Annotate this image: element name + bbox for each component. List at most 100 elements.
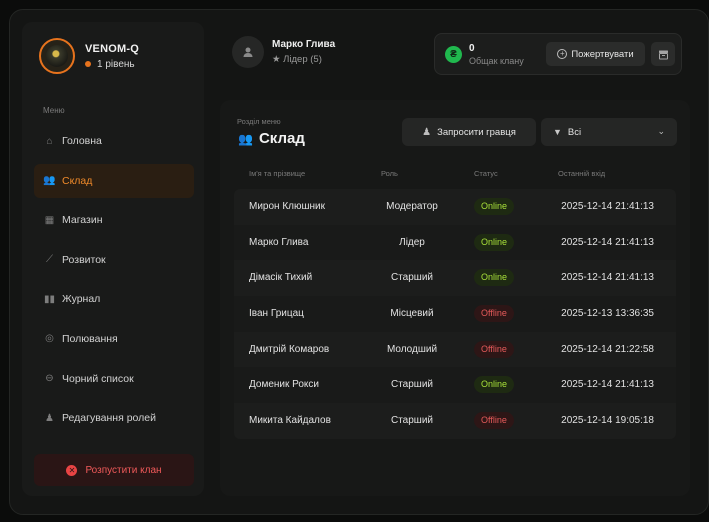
- sidebar-item-8[interactable]: ♟ Редагування ролей: [34, 401, 194, 435]
- sidebar-item-1[interactable]: ⌂ Головна: [34, 124, 194, 158]
- status-badge: Online: [474, 376, 515, 394]
- fund-label: Общак клану: [469, 56, 524, 66]
- fund-value: 0: [469, 43, 475, 54]
- star-icon: ★: [272, 54, 281, 65]
- book-icon: ▮▮: [44, 293, 56, 305]
- header-last-login: Останній вхід: [558, 169, 606, 178]
- member-last-login: 2025-12-14 21:41:13: [561, 201, 654, 212]
- invite-player-button[interactable]: ♟ Запросити гравця: [402, 118, 536, 146]
- member-name: Дімасік Тихий: [249, 272, 313, 284]
- user-edit-icon: ♟: [45, 412, 54, 424]
- member-role: Лідер: [399, 236, 425, 248]
- chevron-down-icon: ⌄: [657, 126, 665, 136]
- sidebar-item-label: Чорний список: [62, 372, 134, 385]
- people-icon: 👥: [43, 175, 56, 187]
- user-icon: [243, 47, 253, 57]
- members-table: Мирон Клюшник Модератор Online 2025-12-14 2…: [234, 189, 676, 439]
- target-icon: ◎: [45, 333, 54, 345]
- donate-button[interactable]: + Пожертвувати: [546, 42, 645, 66]
- menu-title: Меню: [43, 106, 65, 115]
- invite-label: Запросити гравця: [437, 126, 516, 138]
- sidebar-item-label: Розвиток: [62, 253, 106, 266]
- member-name: Дмитрій Комаров: [249, 343, 330, 355]
- member-role: Старший: [390, 379, 433, 391]
- page-title: Склад: [258, 130, 305, 147]
- user-avatar: [232, 36, 264, 68]
- member-role: Старший: [390, 415, 433, 427]
- close-circle-icon: ✕: [66, 464, 78, 476]
- table-row[interactable]: Дмитрій Комаров Молодший Offline 2025-12-14…: [234, 331, 676, 368]
- filter-value: Всі: [567, 126, 582, 138]
- status-cell: Offline: [474, 340, 514, 358]
- header-name: Ім'я та прізвище: [249, 169, 306, 178]
- status-badge: Online: [474, 233, 515, 251]
- sidebar-item-5[interactable]: ▮▮ Журнал: [34, 282, 194, 316]
- member-name: Мирон Клюшник: [249, 201, 326, 212]
- user-add-icon: ♟: [422, 126, 432, 138]
- user-card: Марко Глива ★ Лідер (5): [232, 36, 335, 68]
- members-panel: Розділ меню 👥 Склад ♟ Запросити гравця ▼ …: [220, 100, 690, 496]
- home-icon: ⌂: [46, 135, 53, 147]
- clan-header: VENOM-Q 1 рівень: [39, 38, 139, 74]
- disband-clan-button[interactable]: ✕ Розпустити клан: [34, 454, 194, 486]
- member-role: Старший: [390, 272, 433, 284]
- sidebar-item-label: Головна: [62, 135, 102, 147]
- sidebar-item-2[interactable]: 👥 Склад: [34, 163, 194, 198]
- clan-level: 1 рівень: [97, 58, 135, 70]
- plus-circle-icon: +: [557, 49, 568, 59]
- sidebar-nav: ⌂ Головна 👥 Склад ▦ Магазин ⟋ Розвиток ▮▮ Журнал ◎…: [34, 124, 194, 441]
- coin-icon: ₴: [445, 46, 462, 63]
- table-row[interactable]: Марко Глива Лідер Online 2025-12-14 21:41:1…: [234, 224, 676, 261]
- filter-icon: ▼: [553, 127, 562, 137]
- status-cell: Online: [474, 233, 515, 251]
- member-last-login: 2025-12-14 21:41:13: [561, 379, 654, 391]
- status-badge: Offline: [474, 340, 514, 358]
- status-cell: Offline: [474, 412, 514, 430]
- clan-fund: ₴ 0 Общак клану + Пожертвувати: [434, 33, 682, 75]
- people-icon: 👥: [238, 131, 253, 146]
- shop-icon: ▦: [44, 214, 55, 226]
- member-last-login: 2025-12-14 19:05:18: [561, 415, 654, 427]
- member-last-login: 2025-12-14 21:22:58: [561, 343, 654, 355]
- sidebar-item-label: Редагування ролей: [62, 412, 156, 425]
- level-dot-icon: [85, 61, 91, 67]
- table-row[interactable]: Микита Кайдалов Старший Offline 2025-12-14 …: [234, 403, 676, 439]
- clan-name: VENOM-Q: [85, 42, 139, 55]
- sidebar-item-label: Склад: [62, 174, 93, 187]
- member-name: Марко Глива: [249, 236, 309, 248]
- member-role: Місцевий: [390, 308, 434, 320]
- member-name: Доменик Рокси: [249, 379, 320, 391]
- member-last-login: 2025-12-13 13:36:35: [561, 308, 654, 320]
- table-row[interactable]: Дімасік Тихий Старший Online 2025-12-14 21:…: [234, 260, 676, 297]
- status-filter-select[interactable]: ▼ Всі ⌄: [541, 118, 677, 146]
- archive-icon: [658, 50, 668, 59]
- section-label: Розділ меню: [237, 117, 281, 126]
- table-row[interactable]: Іван Грицац Місцевий Offline 2025-12-13 13:…: [234, 296, 676, 332]
- member-name: Микита Кайдалов: [249, 415, 331, 427]
- sidebar-item-4[interactable]: ⟋ Розвиток: [34, 243, 194, 277]
- member-name: Іван Грицац: [249, 308, 304, 320]
- sidebar-item-6[interactable]: ◎ Полювання: [34, 322, 194, 356]
- member-role: Молодший: [386, 343, 438, 355]
- sidebar-item-7[interactable]: ⊖ Чорний список: [34, 362, 194, 396]
- clan-avatar: [39, 38, 75, 74]
- status-badge: Offline: [474, 412, 514, 430]
- fund-history-button[interactable]: [651, 42, 675, 66]
- table-row[interactable]: Мирон Клюшник Модератор Online 2025-12-14 2…: [234, 189, 676, 225]
- sidebar-item-label: Журнал: [62, 293, 101, 306]
- sidebar-item-3[interactable]: ▦ Магазин: [34, 203, 194, 237]
- status-cell: Online: [474, 269, 515, 287]
- status-cell: Offline: [474, 305, 514, 323]
- chart-icon: ⟋: [46, 254, 53, 266]
- sidebar-item-label: Магазин: [62, 214, 103, 227]
- header-status: Статус: [474, 169, 498, 178]
- table-row[interactable]: Доменик Рокси Старший Online 2025-12-14 21:…: [234, 367, 676, 404]
- status-cell: Online: [474, 198, 515, 215]
- sidebar-item-label: Полювання: [62, 332, 118, 345]
- status-badge: Online: [474, 198, 515, 215]
- user-role: Лідер (5): [283, 54, 322, 65]
- header-role: Роль: [381, 169, 398, 178]
- member-role: Модератор: [386, 201, 438, 212]
- block-icon: ⊖: [45, 373, 54, 385]
- member-last-login: 2025-12-14 21:41:13: [561, 272, 654, 284]
